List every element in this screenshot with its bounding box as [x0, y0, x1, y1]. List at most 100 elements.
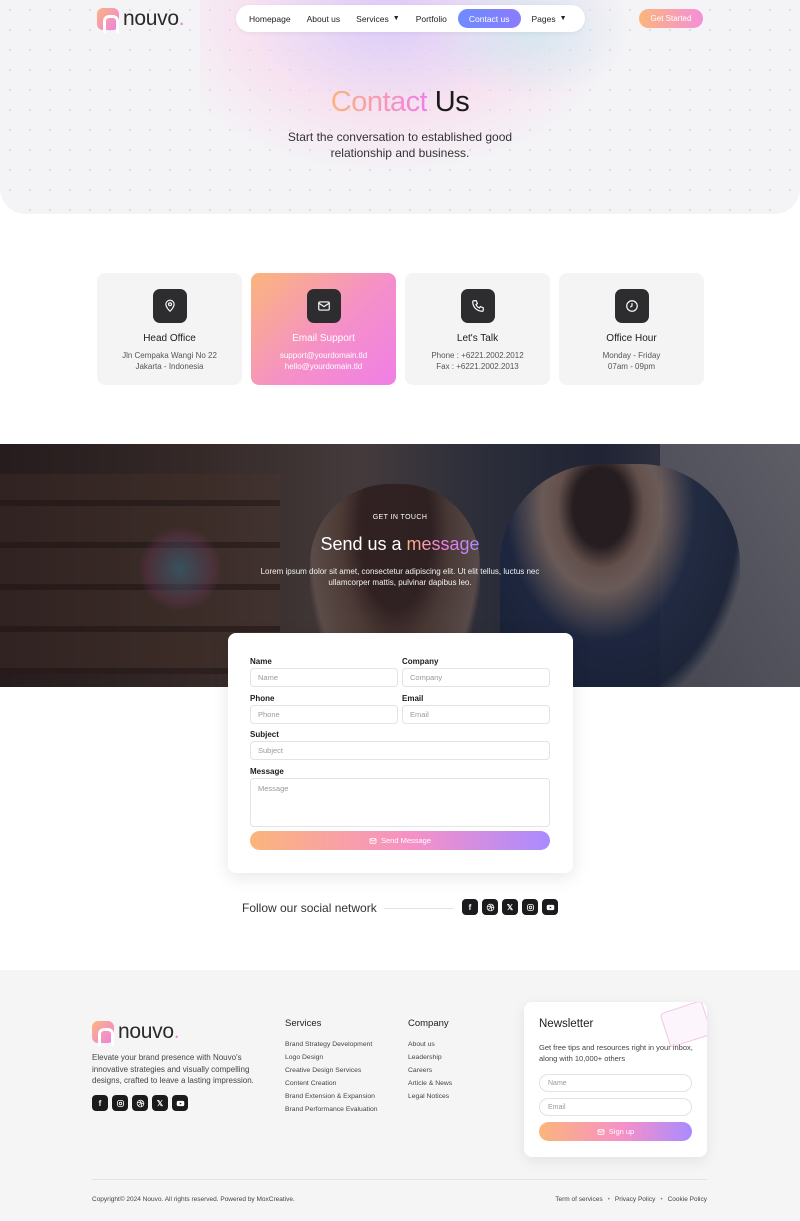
banner-title: Send us a message — [0, 534, 800, 555]
banner-eyebrow: GET IN TOUCH — [372, 514, 428, 521]
footer-link[interactable]: Content Creation — [285, 1077, 378, 1090]
card-title: Let's Talk — [456, 333, 499, 344]
footer-link[interactable]: About us — [408, 1038, 452, 1051]
company-label: Company — [402, 657, 439, 666]
envelope-icon — [369, 837, 377, 844]
site-footer: nouvo. Elevate your brand presence with … — [0, 970, 800, 1221]
card-line: Monday - Friday — [602, 351, 661, 360]
footer-about-text: Elevate your brand presence with Nouvo's… — [92, 1053, 254, 1085]
logo-dot: . — [173, 1020, 180, 1043]
nav-item-portfolio[interactable]: Portfolio — [411, 9, 452, 28]
legal-link-terms[interactable]: Term of services — [555, 1196, 602, 1203]
newsletter-name-input[interactable]: Name — [539, 1074, 692, 1092]
hero-section: nouvo. Homepage About us Services ▼ Portf… — [0, 0, 800, 214]
name-input[interactable]: Name — [250, 668, 398, 687]
instagram-icon[interactable] — [112, 1095, 128, 1111]
get-started-button[interactable]: Get Started — [639, 9, 703, 28]
banner-description: Lorem ipsum dolor sit amet, consectetur … — [260, 567, 540, 587]
footer-social-links: f 𝕏 — [92, 1095, 188, 1111]
social-links: f 𝕏 — [462, 899, 558, 915]
footer-link[interactable]: Brand Extension & Expansion — [285, 1090, 378, 1103]
card-line: Fax : +6221.2002.2013 — [436, 362, 519, 371]
info-card-lets-talk: Let's Talk Phone : +6221.2002.2012 Fax :… — [405, 273, 550, 385]
brand-logo[interactable]: nouvo. — [97, 7, 185, 33]
company-input[interactable]: Company — [402, 668, 550, 687]
name-label: Name — [250, 657, 272, 666]
footer-link[interactable]: Legal Notices — [408, 1090, 452, 1103]
facebook-icon[interactable]: f — [462, 899, 478, 915]
newsletter-card: Newsletter Get free tips and resources r… — [524, 1002, 707, 1157]
x-icon[interactable]: 𝕏 — [152, 1095, 168, 1111]
sign-up-label: Sign up — [608, 1127, 635, 1136]
youtube-icon[interactable] — [172, 1095, 188, 1111]
contact-form: Name Name Company Company Phone Phone Em… — [228, 633, 573, 873]
subject-label: Subject — [250, 730, 279, 739]
nav-item-pages[interactable]: Pages ▼ — [527, 9, 572, 28]
legal-links: Term of services • Privacy Policy • Cook… — [555, 1196, 707, 1203]
send-message-button[interactable]: Send Message — [250, 831, 550, 850]
card-line: Phone : +6221.2002.2012 — [431, 351, 524, 360]
footer-link[interactable]: Brand Performance Evaluation — [285, 1103, 378, 1116]
title-rest: Us — [427, 86, 470, 118]
send-message-label: Send Message — [380, 836, 432, 845]
copyright-text: Copyright© 2024 Nouvo. All rights reserv… — [92, 1196, 295, 1203]
newsletter-email-input[interactable]: Email — [539, 1098, 692, 1116]
footer-logo[interactable]: nouvo. — [92, 1020, 180, 1046]
services-links: Brand Strategy Development Logo Design C… — [285, 1038, 378, 1116]
email-input[interactable]: Email — [402, 705, 550, 724]
logo-mark-icon — [97, 8, 119, 33]
nav-item-homepage[interactable]: Homepage — [244, 9, 296, 28]
info-card-head-office: Head Office Jln Cempaka Wangi No 22 Jaka… — [97, 273, 242, 385]
footer-link[interactable]: Brand Strategy Development — [285, 1038, 378, 1051]
page-subtitle: Start the conversation to established go… — [287, 130, 513, 160]
legal-link-cookie[interactable]: Cookie Policy — [668, 1196, 707, 1203]
nav-item-services[interactable]: Services ▼ — [351, 9, 405, 28]
company-links: About us Leadership Careers Article & Ne… — [408, 1038, 452, 1103]
phone-input[interactable]: Phone — [250, 705, 398, 724]
nav-label: About us — [306, 13, 341, 24]
phone-icon — [460, 289, 495, 323]
map-pin-icon — [152, 289, 187, 323]
nav-label: Portfolio — [415, 13, 447, 24]
footer-link[interactable]: Article & News — [408, 1077, 452, 1090]
clock-icon — [614, 289, 649, 323]
message-label: Message — [250, 767, 284, 776]
info-card-email-support: Email Support support@yourdomain.tld hel… — [251, 273, 396, 385]
nav-label: Homepage — [249, 13, 291, 24]
message-textarea[interactable]: Message — [250, 778, 550, 827]
banner-title-plain: Send us a — [320, 534, 407, 554]
card-title: Head Office — [143, 333, 196, 344]
nav-label: Services — [356, 13, 389, 24]
card-email-link[interactable]: support@yourdomain.tld — [251, 350, 396, 361]
card-line: Jakarta - Indonesia — [135, 362, 204, 371]
sign-up-button[interactable]: Sign up — [539, 1122, 692, 1141]
info-card-office-hour: Office Hour Monday - Friday 07am - 09pm — [559, 273, 704, 385]
divider-line — [384, 908, 454, 909]
instagram-icon[interactable] — [522, 899, 538, 915]
card-email-link[interactable]: hello@yourdomain.tld — [251, 361, 396, 372]
facebook-icon[interactable]: f — [92, 1095, 108, 1111]
legal-link-privacy[interactable]: Privacy Policy — [615, 1196, 655, 1203]
nav-label: Contact us — [468, 13, 510, 24]
footer-link[interactable]: Creative Design Services — [285, 1064, 378, 1077]
newsletter-title: Newsletter — [539, 1018, 594, 1030]
separator-dot: • — [607, 1196, 610, 1203]
dribbble-icon[interactable] — [482, 899, 498, 915]
subject-input[interactable]: Subject — [250, 741, 550, 760]
logo-mark-icon — [92, 1021, 114, 1046]
footer-link[interactable]: Leadership — [408, 1051, 452, 1064]
envelope-icon — [306, 289, 341, 323]
footer-link[interactable]: Logo Design — [285, 1051, 378, 1064]
phone-label: Phone — [250, 694, 275, 703]
dribbble-icon[interactable] — [132, 1095, 148, 1111]
footer-link[interactable]: Careers — [408, 1064, 452, 1077]
nav-item-contact[interactable]: Contact us — [457, 9, 521, 28]
youtube-icon[interactable] — [542, 899, 558, 915]
nav-item-about[interactable]: About us — [302, 9, 346, 28]
footer-divider — [92, 1179, 707, 1180]
chevron-down-icon: ▼ — [392, 15, 400, 22]
x-icon[interactable]: 𝕏 — [502, 899, 518, 915]
email-label: Email — [402, 694, 424, 703]
newsletter-text: Get free tips and resources right in you… — [539, 1043, 693, 1063]
follow-social-label: Follow our social network — [242, 901, 377, 915]
